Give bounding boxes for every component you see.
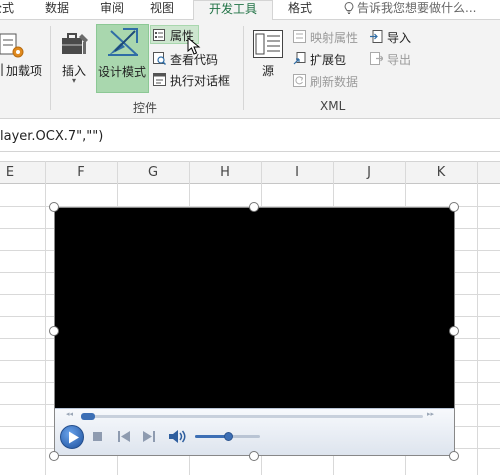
tab-view[interactable]: 视图 <box>150 0 174 20</box>
import-label: 导入 <box>387 31 412 45</box>
seek-progress <box>81 413 95 420</box>
group-separator <box>243 26 244 110</box>
design-mode-label: 设计模式 <box>98 65 147 79</box>
resize-handle-top[interactable] <box>249 202 259 212</box>
map-properties-label: 映射属性 <box>310 31 359 45</box>
next-icon[interactable] <box>143 431 155 442</box>
import-icon <box>370 30 383 43</box>
tell-me-search[interactable]: 告诉我您想要做什么... <box>344 0 476 20</box>
map-properties-icon <box>293 30 306 43</box>
export-icon <box>370 52 383 65</box>
expansion-pack-label: 扩展包 <box>310 53 347 67</box>
source-label: 源 <box>262 64 275 78</box>
column-header-e[interactable]: E <box>0 165 20 180</box>
lightbulb-icon <box>344 2 354 14</box>
resize-handle-right[interactable] <box>449 326 459 336</box>
refresh-data-label: 刷新数据 <box>310 75 359 89</box>
design-mode-icon <box>108 28 138 56</box>
addins-label: 加载项 <box>6 64 43 78</box>
properties-icon <box>153 29 165 41</box>
column-header-i[interactable]: I <box>287 165 307 180</box>
volume-icon[interactable] <box>169 429 187 444</box>
resize-handle-top-right[interactable] <box>449 202 459 212</box>
expansion-pack-icon <box>293 52 306 65</box>
tab-format[interactable]: 格式 <box>288 0 312 20</box>
column-headers: E F G H I J K <box>0 161 500 184</box>
volume-slider[interactable] <box>195 432 260 441</box>
resize-handle-top-left[interactable] <box>49 202 59 212</box>
gridline <box>477 161 478 475</box>
column-header-j[interactable]: J <box>359 165 379 180</box>
tab-developer[interactable]: 开发工具 <box>193 0 273 21</box>
resize-handle-bottom-right[interactable] <box>449 451 459 461</box>
tab-review[interactable]: 审阅 <box>100 0 124 20</box>
column-header-k[interactable]: K <box>431 165 451 180</box>
resize-handle-left[interactable] <box>49 326 59 336</box>
developer-ribbon: | 加载项 插入 ▾ 设计模式 属性 查看代码 执行对话框 控件 源 映射属性 … <box>0 20 500 119</box>
view-code-icon <box>153 52 166 65</box>
player-controls-bar: ◂◂ ▸▸ <box>54 408 455 456</box>
resize-handle-bottom-left[interactable] <box>49 451 59 461</box>
column-header-g[interactable]: G <box>143 165 163 180</box>
addins-icon <box>0 33 24 58</box>
seek-slider[interactable] <box>81 413 423 420</box>
tell-me-placeholder: 告诉我您想要做什么... <box>357 1 477 15</box>
column-header-h[interactable]: H <box>215 165 235 180</box>
play-button[interactable] <box>60 425 84 449</box>
stop-icon[interactable] <box>93 432 102 441</box>
tab-data[interactable]: 数据 <box>45 0 69 20</box>
resize-handle-bottom[interactable] <box>249 451 259 461</box>
ribbon-tab-bar: 公式 数据 审阅 视图 开发工具 格式 告诉我您想要做什么... <box>0 0 500 21</box>
run-dialog-label: 执行对话框 <box>170 74 231 88</box>
refresh-data-icon <box>293 74 306 87</box>
view-code-label: 查看代码 <box>170 53 219 67</box>
previous-icon[interactable] <box>118 431 130 442</box>
design-mode-button[interactable]: 设计模式 <box>96 24 149 93</box>
controls-group-label: 控件 <box>133 101 158 115</box>
volume-knob[interactable] <box>224 432 233 441</box>
column-header-f[interactable]: F <box>71 165 91 180</box>
xml-group-label: XML <box>320 99 346 113</box>
formula-bar[interactable]: layer.OCX.7","") <box>0 120 500 152</box>
export-label: 导出 <box>387 53 412 67</box>
seek-back-icon: ◂◂ <box>66 410 74 418</box>
seek-forward-icon: ▸▸ <box>427 410 435 418</box>
xml-source-icon <box>253 30 283 58</box>
chevron-down-icon: ▾ <box>72 76 77 85</box>
run-dialog-icon <box>153 73 166 86</box>
gridline <box>45 161 46 475</box>
group-separator <box>50 26 51 110</box>
formula-text: layer.OCX.7","") <box>0 129 104 144</box>
toolbox-insert-icon <box>62 33 88 54</box>
tab-formulas[interactable]: 公式 <box>0 0 16 20</box>
play-icon <box>69 431 79 444</box>
addins-edge-mark: | <box>0 62 5 76</box>
